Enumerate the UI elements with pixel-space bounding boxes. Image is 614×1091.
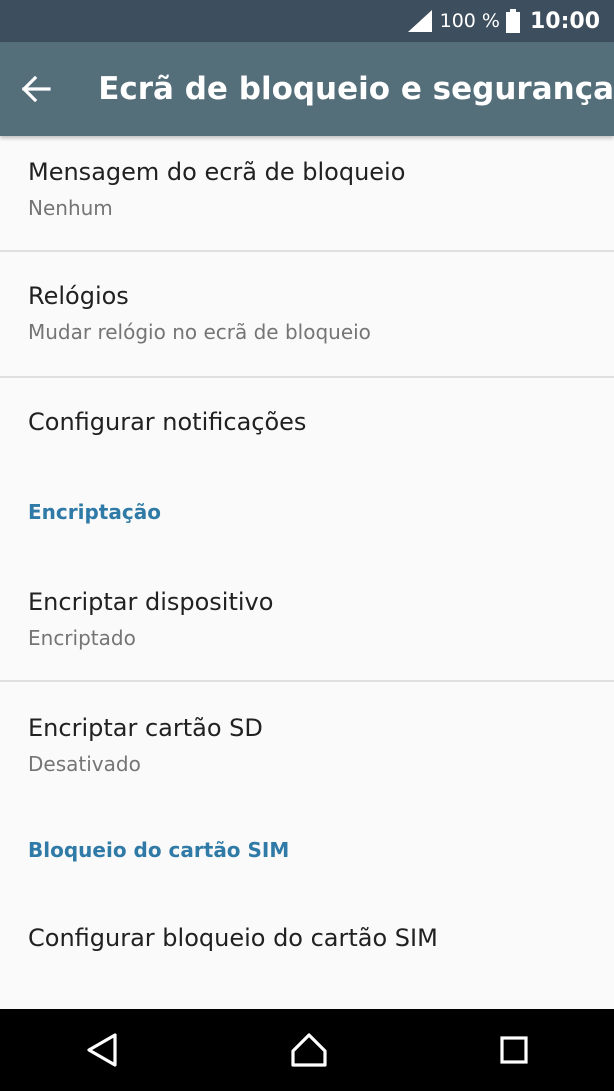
page-title: Ecrã de bloqueio e segurança [98, 71, 614, 107]
square-recents-icon[interactable] [499, 1035, 529, 1065]
list-item-title: Configurar bloqueio do cartão SIM [28, 924, 438, 952]
list-item-title: Relógios [28, 282, 129, 310]
back-button[interactable] [0, 42, 71, 136]
arrow-left-icon [21, 76, 51, 102]
navigation-bar [0, 1009, 614, 1091]
list-item-title: Encriptar dispositivo [28, 588, 274, 616]
list-item-clocks[interactable]: Relógios Mudar relógio no ecrã de bloque… [0, 252, 614, 376]
list-item-encrypt-device[interactable]: Encriptar dispositivo Encriptado [0, 556, 614, 680]
section-header-encryption: Encriptação [28, 500, 161, 524]
list-item-summary: Mudar relógio no ecrã de bloqueio [28, 320, 371, 344]
list-item-title: Configurar notificações [28, 408, 307, 436]
list-item-summary: Encriptado [28, 626, 136, 650]
list-item-encrypt-sd-card[interactable]: Encriptar cartão SD Desativado [0, 682, 614, 806]
section-header-sim-lock: Bloqueio do cartão SIM [28, 838, 290, 862]
battery-percentage: 100 % [439, 10, 500, 32]
list-item-title: Mensagem do ecrã de bloqueio [28, 158, 406, 186]
settings-list: Mensagem do ecrã de bloqueio Nenhum Reló… [0, 136, 614, 952]
list-item-summary: Nenhum [28, 196, 113, 220]
list-item-configure-notifications[interactable]: Configurar notificações [0, 378, 614, 476]
list-item-title: Encriptar cartão SD [28, 714, 263, 742]
clock: 10:00 [529, 8, 600, 34]
signal-icon [407, 10, 432, 32]
list-item-lock-screen-message[interactable]: Mensagem do ecrã de bloqueio Nenhum [0, 136, 614, 250]
status-bar: 100 % 10:00 [0, 0, 614, 42]
battery-icon [505, 9, 520, 33]
list-item-configure-sim-lock[interactable]: Configurar bloqueio do cartão SIM [0, 892, 614, 988]
triangle-back-icon[interactable] [85, 1032, 119, 1068]
list-item-summary: Desativado [28, 752, 141, 776]
app-bar: Ecrã de bloqueio e segurança [0, 42, 614, 136]
home-icon[interactable] [290, 1032, 328, 1068]
